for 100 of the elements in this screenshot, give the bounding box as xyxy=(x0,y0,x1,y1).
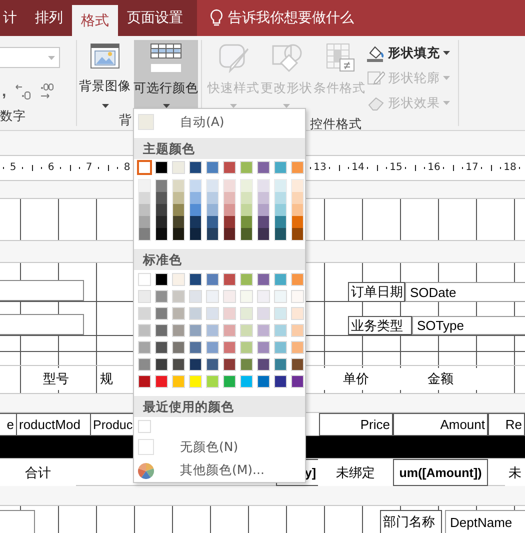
ribbon-button[interactable]: 形状填充 xyxy=(367,42,450,64)
shapes-icon xyxy=(270,43,302,73)
color-swatch[interactable] xyxy=(173,192,184,204)
color-swatch[interactable] xyxy=(275,216,286,228)
color-swatch[interactable] xyxy=(207,192,218,204)
report-textbox[interactable]: um([Amount]) xyxy=(393,459,488,486)
color-swatch[interactable] xyxy=(258,180,269,192)
report-textbox[interactable]: SOType xyxy=(412,316,525,335)
color-swatch[interactable] xyxy=(275,228,286,240)
color-swatch[interactable] xyxy=(139,216,150,228)
number-format-dropdown[interactable] xyxy=(0,47,60,68)
color-swatch[interactable] xyxy=(292,180,303,192)
report-label[interactable]: 未绑定 xyxy=(318,459,393,486)
color-swatch[interactable] xyxy=(139,192,150,204)
increase-decimal-icon[interactable] xyxy=(38,82,56,100)
color-swatch[interactable] xyxy=(156,204,167,216)
color-swatch[interactable] xyxy=(275,204,286,216)
color-swatch[interactable] xyxy=(156,228,167,240)
ribbon-button[interactable]: 背景图像 xyxy=(79,40,131,110)
tell-me-search[interactable]: 告诉我你想要做什么 xyxy=(228,9,354,27)
ribbon-tab[interactable]: 格式 xyxy=(72,5,118,36)
picture-icon xyxy=(90,43,120,69)
color-swatch[interactable] xyxy=(224,192,235,204)
pencil-icon xyxy=(367,69,385,87)
color-swatch[interactable] xyxy=(275,180,286,192)
ribbon-button[interactable]: 可选行颜色 xyxy=(134,40,198,110)
color-swatch[interactable] xyxy=(292,216,303,228)
menu-item[interactable]: 无颜色(N) xyxy=(134,435,305,460)
color-swatch[interactable] xyxy=(173,204,184,216)
comma-style-button[interactable]: , xyxy=(0,80,8,102)
color-swatch[interactable] xyxy=(292,204,303,216)
report-textbox[interactable]: Re xyxy=(488,413,525,436)
report-textbox[interactable] xyxy=(0,510,35,533)
report-textbox[interactable]: DeptName xyxy=(445,510,525,533)
report-textbox[interactable]: Price xyxy=(319,413,393,436)
color-swatch[interactable] xyxy=(190,216,201,228)
color-swatch[interactable] xyxy=(207,180,218,192)
section-heading: 标准色 xyxy=(134,249,305,270)
table-rows-icon xyxy=(150,43,182,73)
caret-icon xyxy=(102,104,108,108)
color-swatch[interactable] xyxy=(139,180,150,192)
group-label: 控件格式 xyxy=(310,115,362,133)
empty-swatch-icon xyxy=(138,439,154,456)
color-swatch[interactable] xyxy=(139,204,150,216)
menu-item[interactable]: 自动(A) xyxy=(134,109,305,136)
report-textbox[interactable]: SODate xyxy=(405,282,525,302)
color-swatch[interactable] xyxy=(207,216,218,228)
report-textbox[interactable] xyxy=(0,314,84,335)
color-swatch[interactable] xyxy=(241,216,252,228)
caret-icon xyxy=(48,56,55,60)
color-swatch[interactable] xyxy=(190,228,201,240)
section-heading: 最近使用的颜色 xyxy=(134,396,305,418)
color-swatch[interactable] xyxy=(258,228,269,240)
color-swatch[interactable] xyxy=(275,192,286,204)
ribbon-tab[interactable]: 计 xyxy=(0,0,26,36)
report-label[interactable]: 业务类型 xyxy=(348,316,412,335)
lightbulb-icon xyxy=(210,9,223,27)
color-swatch[interactable] xyxy=(173,228,184,240)
report-textbox[interactable]: Amount xyxy=(393,413,488,436)
color-swatch[interactable] xyxy=(241,228,252,240)
brush-icon xyxy=(218,43,250,73)
caret-icon xyxy=(443,51,450,55)
color-swatch[interactable] xyxy=(258,204,269,216)
report-label[interactable]: 部门名称 xyxy=(380,510,442,533)
color-swatch[interactable] xyxy=(258,216,269,228)
report-textbox[interactable] xyxy=(0,280,84,301)
color-swatch[interactable] xyxy=(292,228,303,240)
conditional-format-icon xyxy=(324,43,356,73)
report-textbox[interactable]: e xyxy=(0,413,17,436)
color-swatch[interactable] xyxy=(190,180,201,192)
ribbon-tab[interactable]: 页面设置 xyxy=(118,0,192,36)
color-swatch[interactable] xyxy=(224,216,235,228)
color-swatch[interactable] xyxy=(207,204,218,216)
color-swatch[interactable] xyxy=(224,180,235,192)
group-label: 数字 xyxy=(0,107,26,125)
color-swatch[interactable] xyxy=(224,228,235,240)
menu-item[interactable]: 其他颜色(M)... xyxy=(134,460,305,482)
ribbon-tab[interactable]: 排列 xyxy=(26,0,72,36)
report-textbox[interactable]: roductMod xyxy=(16,413,92,436)
color-swatch[interactable] xyxy=(224,204,235,216)
color-swatch[interactable] xyxy=(156,192,167,204)
color-swatch[interactable] xyxy=(241,192,252,204)
section-heading: 主题颜色 xyxy=(134,138,305,160)
color-swatch[interactable] xyxy=(173,216,184,228)
color-swatch[interactable] xyxy=(258,192,269,204)
color-swatch[interactable] xyxy=(190,192,201,204)
color-swatch[interactable] xyxy=(139,228,150,240)
report-label[interactable]: 订单日期 xyxy=(348,282,405,302)
decrease-decimal-icon[interactable] xyxy=(14,82,32,100)
color-swatch[interactable] xyxy=(156,180,167,192)
caret-icon xyxy=(443,76,450,80)
color-swatch[interactable] xyxy=(138,161,151,174)
color-swatch[interactable] xyxy=(207,228,218,240)
caret-icon xyxy=(443,101,450,105)
color-swatch[interactable] xyxy=(292,192,303,204)
color-swatch[interactable] xyxy=(156,216,167,228)
color-swatch[interactable] xyxy=(173,180,184,192)
color-swatch[interactable] xyxy=(241,204,252,216)
color-swatch[interactable] xyxy=(241,180,252,192)
color-swatch[interactable] xyxy=(190,204,201,216)
